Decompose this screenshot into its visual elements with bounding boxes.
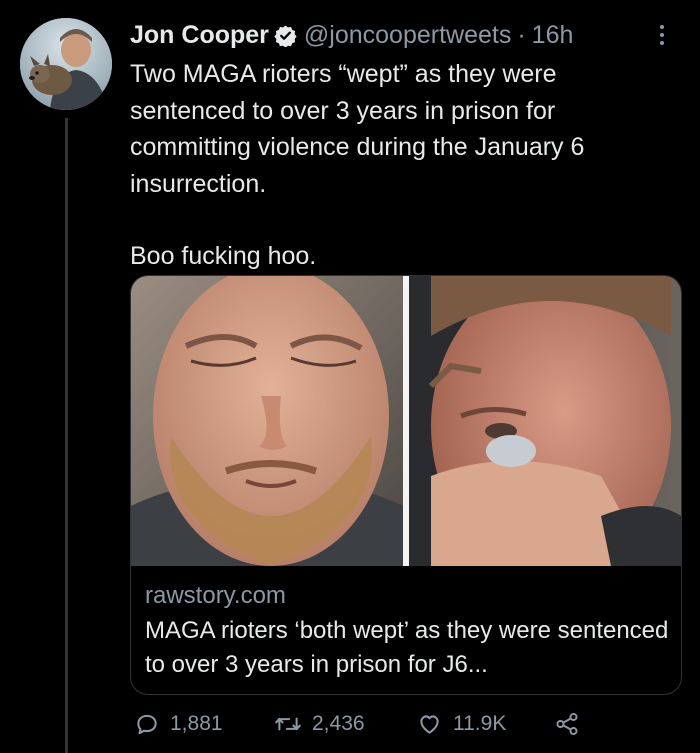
timestamp[interactable]: 16h [532, 21, 574, 50]
thread-line [65, 118, 68, 753]
reply-icon [134, 711, 160, 737]
retweet-count: 2,436 [312, 712, 365, 735]
tweet-header: Jon Cooper @joncoopertweets · 16h [130, 18, 573, 52]
reply-button[interactable]: 1,881 [134, 706, 223, 742]
retweet-icon [274, 711, 302, 737]
display-name[interactable]: Jon Cooper [130, 21, 269, 50]
card-domain: rawstory.com [145, 582, 286, 609]
avatar-photo [20, 18, 112, 110]
separator-dot: · [517, 20, 526, 49]
card-image[interactable] [131, 276, 681, 566]
user-handle[interactable]: @joncoopertweets [304, 21, 511, 50]
tweet-paragraph-1: Two MAGA rioters “wept” as they were sen… [130, 60, 585, 198]
link-card[interactable]: rawstory.com MAGA rioters ‘both wept’ as… [130, 275, 682, 695]
like-count: 11.9K [453, 712, 507, 735]
like-button[interactable]: 11.9K [416, 706, 506, 742]
retweet-button[interactable]: 2,436 [274, 706, 365, 742]
action-bar: 1,881 2,436 11.9K [134, 706, 694, 742]
reply-count: 1,881 [170, 712, 223, 735]
card-title: MAGA rioters ‘both wept’ as they were se… [145, 617, 669, 678]
share-icon [554, 711, 580, 737]
avatar[interactable] [20, 18, 112, 110]
tweet-paragraph-2: Boo fucking hoo. [130, 242, 317, 270]
verified-badge-icon [274, 24, 297, 48]
share-button[interactable] [554, 706, 580, 742]
card-meta: rawstory.com MAGA rioters ‘both wept’ as… [145, 580, 675, 682]
more-icon[interactable] [652, 20, 672, 50]
like-icon [416, 711, 443, 737]
tweet-text: Two MAGA rioters “wept” as they were sen… [130, 56, 670, 275]
tweet[interactable]: Jon Cooper @joncoopertweets · 16h Two MA… [0, 0, 700, 753]
